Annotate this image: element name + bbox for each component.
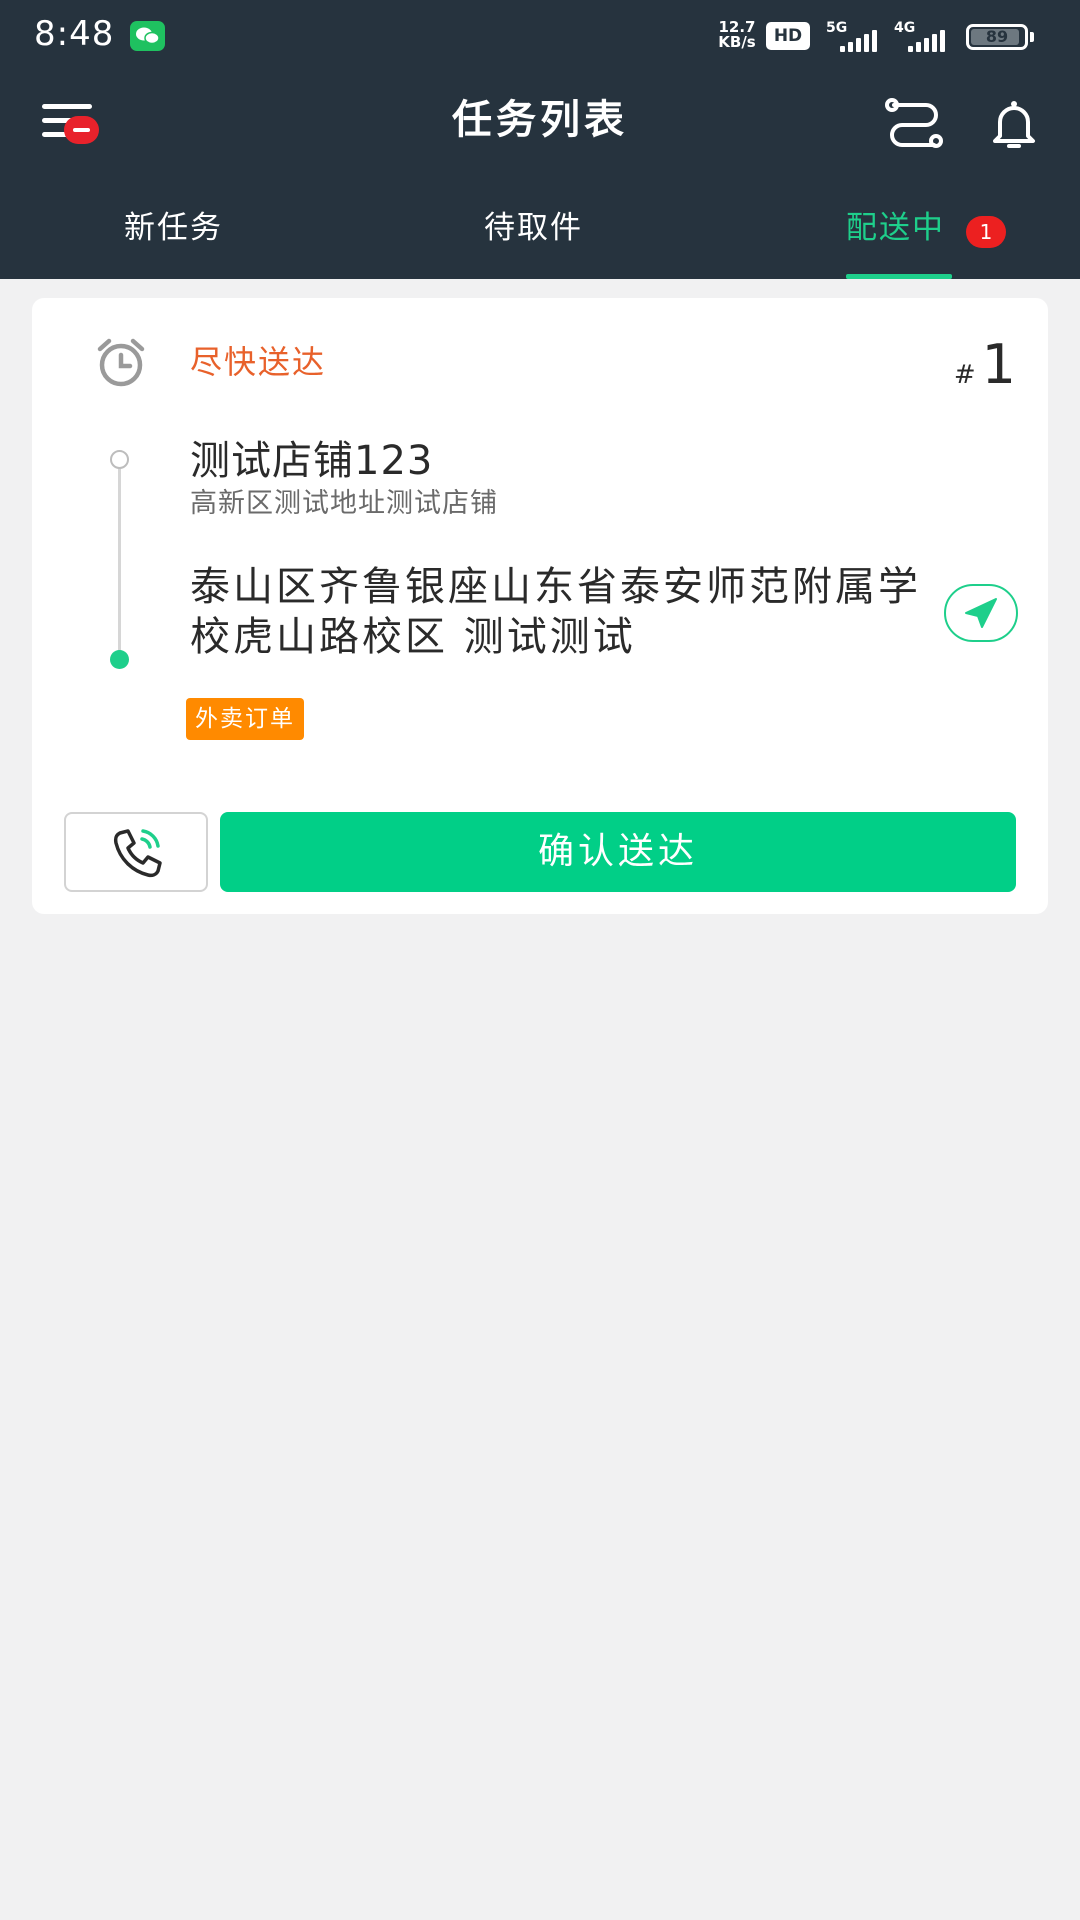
notification-button[interactable] [986, 96, 1042, 152]
tab-pending-pickup[interactable]: 待取件 [484, 204, 583, 252]
status-time: 8:48 [34, 14, 115, 54]
route-icon [885, 98, 943, 148]
header: 8:48 12.7 KB/s HD 5G 4G 89 任务列表 新任务 待取件 … [0, 0, 1080, 279]
battery-icon: 89 [966, 24, 1028, 50]
delivery-deadline: 尽快送达 [190, 343, 327, 381]
tab-delivering[interactable]: 配送中 [846, 204, 945, 252]
hd-badge: HD [766, 22, 810, 50]
battery-level: 89 [985, 27, 1009, 46]
pickup-store-address: 高新区测试地址测试店铺 [190, 488, 498, 519]
signal-icon [840, 30, 877, 52]
network-speed-unit: KB/s [718, 33, 756, 51]
order-type-tag: 外卖订单 [186, 698, 304, 740]
signal-4g: 4G [894, 20, 956, 52]
route-connector [118, 458, 121, 660]
route-button[interactable] [884, 96, 944, 148]
alarm-clock-icon [97, 338, 145, 387]
pickup-store-name: 测试店铺123 [190, 438, 434, 484]
order-number-value: 1 [981, 333, 1016, 396]
tab-delivering-count: 1 [966, 216, 1006, 248]
active-tab-indicator [846, 274, 952, 279]
bell-icon [993, 101, 1035, 148]
task-card[interactable]: 尽快送达 # 1 测试店铺123 高新区测试地址测试店铺 泰山区齐鲁银座山东省泰… [32, 298, 1048, 914]
battery-tip [1030, 32, 1034, 42]
wechat-icon [130, 21, 165, 51]
phone-icon [113, 829, 162, 878]
signal-icon [908, 30, 945, 52]
signal-5g: 5G [826, 20, 888, 52]
pickup-point-marker [110, 450, 129, 469]
order-number-hash: # [953, 360, 976, 390]
navigate-button[interactable] [944, 584, 1018, 642]
dropoff-point-marker [110, 650, 129, 669]
confirm-delivery-button[interactable]: 确认送达 [220, 812, 1016, 892]
order-number: # 1 [954, 334, 1016, 396]
status-bar: 8:48 12.7 KB/s HD 5G 4G 89 [0, 0, 1080, 72]
network-speed: 12.7 KB/s [712, 20, 762, 50]
navigation-arrow-icon [965, 598, 997, 628]
tab-new-tasks[interactable]: 新任务 [124, 204, 223, 252]
delivery-address: 泰山区齐鲁银座山东省泰安师范附属学校虎山路校区 测试测试 [190, 564, 921, 660]
call-button[interactable] [64, 812, 208, 892]
